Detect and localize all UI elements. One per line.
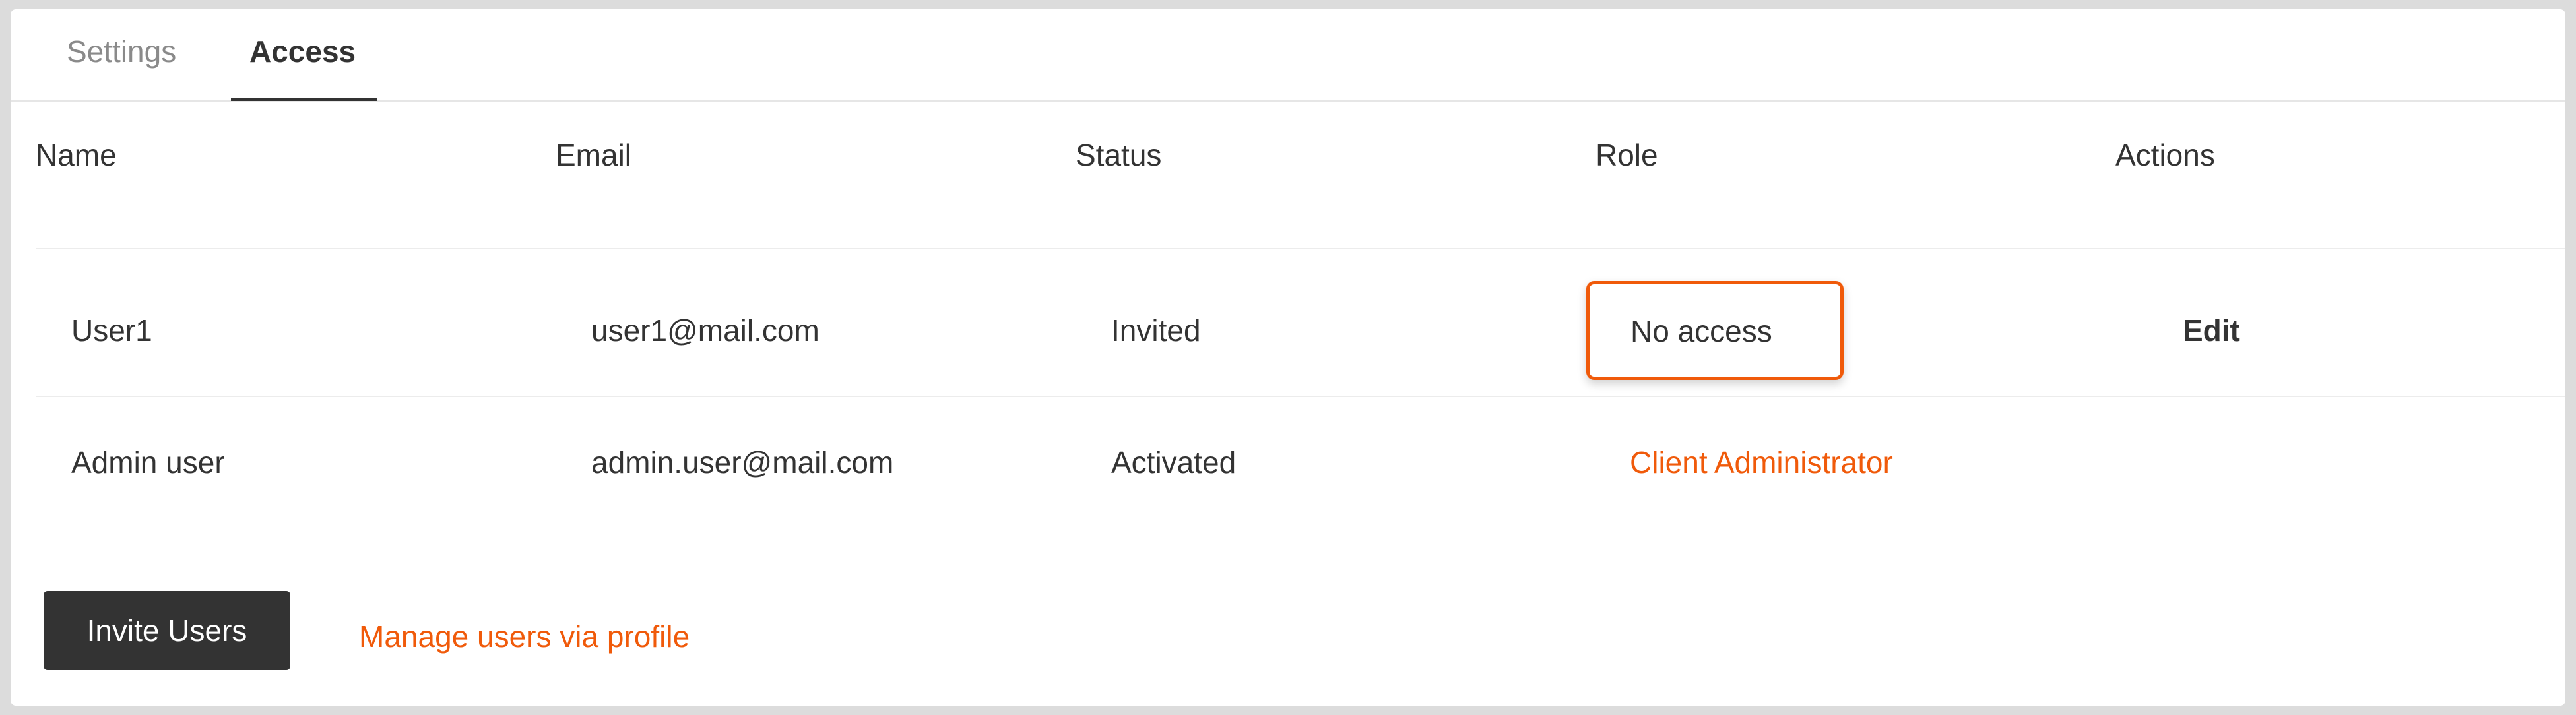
role-select[interactable]: No access bbox=[1586, 281, 1844, 380]
user-name: Admin user bbox=[71, 445, 225, 480]
manage-users-link[interactable]: Manage users via profile bbox=[359, 619, 690, 654]
column-header-name: Name bbox=[36, 138, 117, 172]
header-divider bbox=[36, 248, 2565, 249]
user-name: User1 bbox=[71, 313, 152, 348]
tab-access[interactable]: Access bbox=[249, 9, 356, 100]
column-header-actions: Actions bbox=[2115, 138, 2215, 172]
role-select-value: No access bbox=[1630, 314, 1772, 348]
user-status: Activated bbox=[1111, 445, 1237, 480]
edit-button[interactable]: Edit bbox=[2183, 313, 2240, 348]
column-header-role: Role bbox=[1595, 138, 1658, 172]
column-header-status: Status bbox=[1076, 138, 1162, 172]
user-status: Invited bbox=[1111, 313, 1201, 348]
tab-settings[interactable]: Settings bbox=[67, 9, 176, 100]
column-header-email: Email bbox=[556, 138, 632, 172]
tab-bar: Settings Access bbox=[11, 9, 2565, 102]
invite-users-button[interactable]: Invite Users bbox=[44, 591, 290, 670]
active-tab-indicator bbox=[231, 98, 377, 101]
user-email: user1@mail.com bbox=[591, 313, 820, 348]
access-panel: Settings Access Name Email Status Role A… bbox=[11, 9, 2565, 706]
row-divider bbox=[36, 396, 2565, 397]
user-email: admin.user@mail.com bbox=[591, 445, 894, 480]
role-label: Client Administrator bbox=[1630, 445, 1893, 480]
